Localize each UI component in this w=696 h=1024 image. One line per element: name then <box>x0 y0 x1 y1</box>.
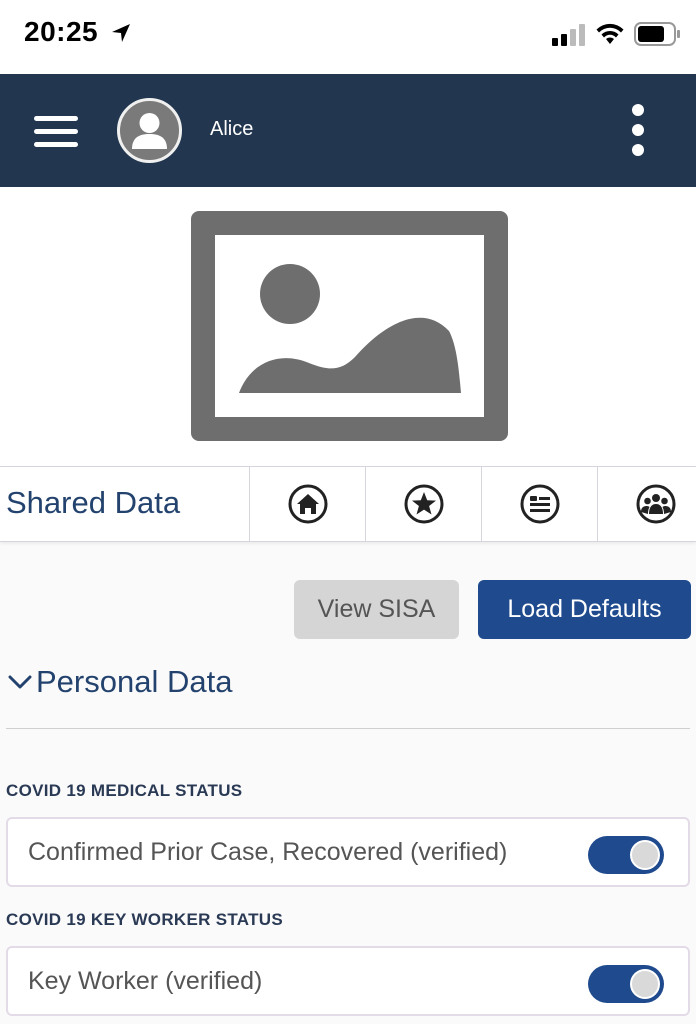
more-options-icon[interactable] <box>628 102 648 158</box>
toggle-knob <box>630 840 660 870</box>
status-time: 20:25 <box>24 16 99 47</box>
view-sisa-button[interactable]: View SISA <box>294 580 459 639</box>
field-value: Key Worker (verified) <box>28 967 263 995</box>
status-bar: 20:25 <box>0 0 696 74</box>
avatar[interactable] <box>117 98 182 163</box>
app-header: Alice <box>0 74 696 187</box>
tab-title: Shared Data <box>6 485 181 520</box>
medical-status-toggle[interactable] <box>588 836 664 874</box>
key-worker-status-toggle[interactable] <box>588 965 664 1003</box>
tab-list[interactable] <box>481 467 597 541</box>
toggle-knob <box>630 969 660 999</box>
image-placeholder-icon <box>191 211 508 441</box>
tab-bar: Shared Data <box>0 466 696 542</box>
field-label-medical-status: COVID 19 MEDICAL STATUS <box>6 781 243 800</box>
hero-section <box>0 187 696 466</box>
location-arrow-icon <box>112 24 130 42</box>
battery-icon <box>634 22 680 46</box>
divider <box>6 728 690 729</box>
field-key-worker-status: Key Worker (verified) <box>6 946 690 1016</box>
user-name: Alice <box>210 118 254 140</box>
group-icon <box>636 484 676 524</box>
tab-favorites[interactable] <box>365 467 481 541</box>
field-label-key-worker-status: COVID 19 KEY WORKER STATUS <box>6 910 284 929</box>
field-medical-status: Confirmed Prior Case, Recovered (verifie… <box>6 817 690 887</box>
cellular-signal-icon <box>552 24 585 46</box>
hamburger-menu-icon[interactable] <box>34 114 78 150</box>
list-icon <box>520 484 560 524</box>
star-icon <box>404 484 444 524</box>
field-value: Confirmed Prior Case, Recovered (verifie… <box>28 838 508 866</box>
tab-home[interactable] <box>249 467 365 541</box>
home-icon <box>288 484 328 524</box>
tab-group[interactable] <box>597 467 696 541</box>
wifi-icon <box>596 23 624 44</box>
user-silhouette-icon <box>132 113 167 149</box>
chevron-down-icon <box>8 675 32 689</box>
load-defaults-button[interactable]: Load Defaults <box>478 580 691 639</box>
section-title: Personal Data <box>36 664 233 699</box>
